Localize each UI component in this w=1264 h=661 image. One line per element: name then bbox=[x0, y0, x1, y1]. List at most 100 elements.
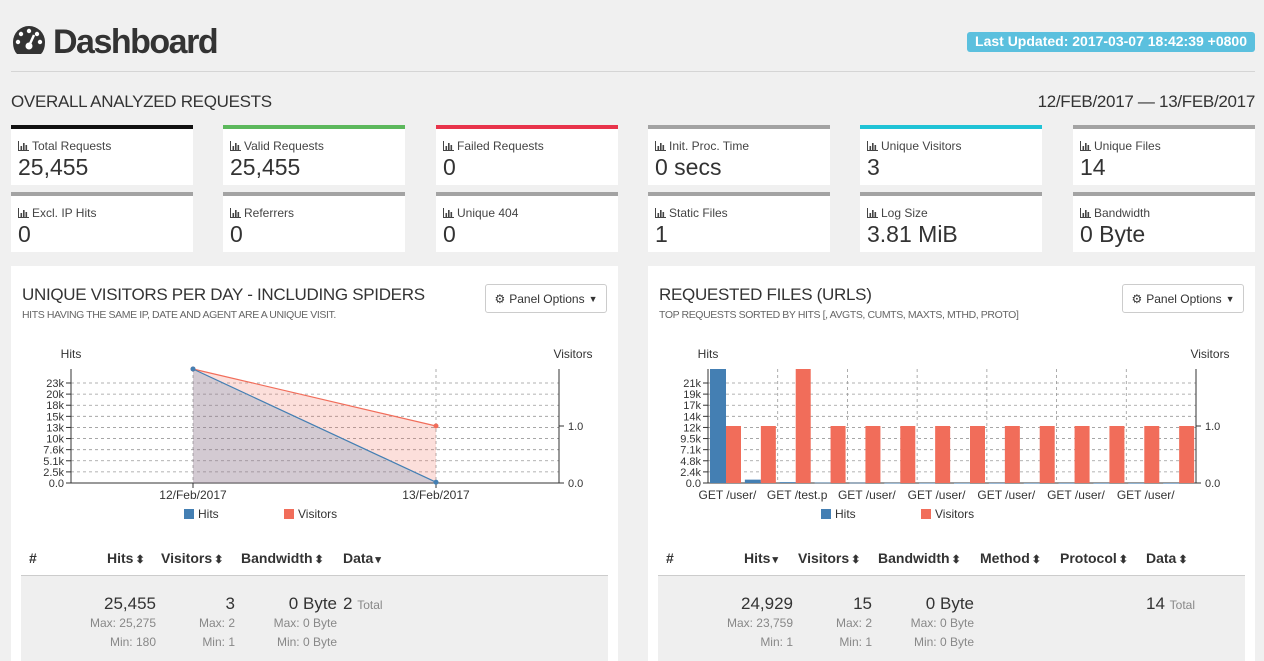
card-label: Referrers bbox=[230, 206, 294, 220]
visitors-bar bbox=[1004, 426, 1020, 483]
col-index: # bbox=[666, 550, 674, 566]
card-value: 0 bbox=[443, 221, 456, 247]
bar-chart-icon bbox=[230, 208, 241, 218]
y-tick-label: 4.8k bbox=[680, 456, 701, 468]
card-value: 3 bbox=[867, 154, 880, 180]
x-tick-label: 13/Feb/2017 bbox=[402, 488, 470, 502]
col-hits[interactable]: Hits ▾ bbox=[744, 550, 778, 566]
y-tick-label: 12k bbox=[683, 422, 701, 434]
card-label: Unique 404 bbox=[443, 206, 518, 220]
col-bandwidth[interactable]: Bandwidth ⬍ bbox=[241, 550, 324, 566]
overview-card: Unique Visitors 3 bbox=[860, 125, 1042, 185]
panel-options-label: Panel Options bbox=[1146, 291, 1222, 306]
y-tick-label: 0.0 bbox=[49, 478, 64, 490]
overview-card: Bandwidth 0 Byte bbox=[1073, 192, 1255, 252]
card-value: 1 bbox=[655, 221, 668, 247]
x-tick-label: GET /user/ bbox=[1047, 488, 1105, 502]
y-tick-label: 17k bbox=[683, 400, 701, 412]
hits-bar bbox=[988, 482, 1005, 484]
col-protocol[interactable]: Protocol ⬍ bbox=[1060, 550, 1128, 566]
y-axis-title: Hits bbox=[698, 347, 719, 361]
card-value: 14 bbox=[1080, 154, 1106, 180]
x-tick-label: GET /test.p bbox=[767, 488, 828, 502]
hits-bar bbox=[1093, 482, 1110, 484]
x-tick-label: GET /user/ bbox=[838, 488, 896, 502]
hits-value: 24,929 bbox=[741, 594, 793, 613]
legend-label-visitors: Visitors bbox=[298, 507, 337, 521]
col-data[interactable]: Data ▾ bbox=[343, 550, 381, 566]
col-visitors[interactable]: Visitors ⬍ bbox=[798, 550, 860, 566]
sort-icon: ⬍ bbox=[314, 554, 324, 566]
card-value: 25,455 bbox=[230, 154, 301, 180]
col-hits[interactable]: Hits ⬍ bbox=[107, 550, 145, 566]
hits-min: Min: 180 bbox=[109, 635, 156, 649]
visitors-bar bbox=[760, 426, 776, 483]
bar-chart-icon bbox=[1080, 141, 1091, 151]
visitors-bar bbox=[1074, 426, 1090, 483]
bar-chart-icon bbox=[443, 208, 454, 218]
visitors-panel: UNIQUE VISITORS PER DAY - INCLUDING SPID… bbox=[11, 266, 618, 661]
data-total: 14 Total bbox=[1146, 594, 1196, 613]
bar-chart-icon bbox=[1080, 208, 1091, 218]
table-row: 25,455 Max: 25,275 Min: 180 3 Max: 2 Min… bbox=[21, 576, 608, 661]
panel-options-label: Panel Options bbox=[509, 291, 585, 306]
hits-point bbox=[433, 479, 439, 485]
x-tick-label: 12/Feb/2017 bbox=[159, 488, 227, 502]
y-tick-label: 5.1k bbox=[43, 456, 64, 468]
table-header: # Hits ⬍ Visitors ⬍ Bandwidth ⬍ Data ▾ bbox=[21, 542, 608, 576]
legend-label-hits: Hits bbox=[835, 507, 856, 521]
overview-card: Unique Files 14 bbox=[1073, 125, 1255, 185]
panel-subtitle: TOP REQUESTS SORTED BY HITS [, AVGTS, CU… bbox=[659, 309, 1019, 321]
y-axis-title: Hits bbox=[61, 347, 82, 361]
hits-bar bbox=[849, 482, 866, 484]
y-tick-label: 10k bbox=[46, 434, 64, 446]
gear-icon: ⚙ bbox=[1131, 291, 1143, 306]
col-method[interactable]: Method ⬍ bbox=[980, 550, 1041, 566]
y-tick-label: 2.4k bbox=[680, 467, 701, 479]
visitors-point bbox=[433, 423, 439, 429]
panel-options-button[interactable]: ⚙ Panel Options ▼ bbox=[485, 284, 607, 313]
bandwidth-max: Max: 0 Byte bbox=[273, 616, 337, 630]
card-label: Failed Requests bbox=[443, 139, 544, 153]
col-data[interactable]: Data ⬍ bbox=[1146, 550, 1188, 566]
card-value: 0 bbox=[18, 221, 31, 247]
card-value: 0 bbox=[230, 221, 243, 247]
bandwidth-max: Max: 0 Byte bbox=[910, 616, 974, 630]
card-label: Init. Proc. Time bbox=[655, 139, 749, 153]
card-value: 0 Byte bbox=[1080, 221, 1146, 247]
y2-tick-label: 1.0 bbox=[568, 421, 583, 433]
card-label: Log Size bbox=[867, 206, 928, 220]
sort-icon: ⬍ bbox=[135, 554, 145, 566]
legend-label-hits: Hits bbox=[198, 507, 219, 521]
bar-chart-icon bbox=[655, 208, 666, 218]
requests-panel: REQUESTED FILES (URLS) TOP REQUESTS SORT… bbox=[648, 266, 1255, 661]
bandwidth-min: Min: 0 Byte bbox=[276, 635, 337, 649]
card-label: Valid Requests bbox=[230, 139, 324, 153]
y-tick-label: 14k bbox=[683, 411, 701, 423]
bar-chart-icon bbox=[655, 141, 666, 151]
legend-label-visitors: Visitors bbox=[935, 507, 974, 521]
y-tick-label: 23k bbox=[46, 378, 64, 390]
y2-tick-label: 0.0 bbox=[1205, 478, 1220, 490]
hits-bar bbox=[710, 369, 726, 483]
panel-options-button[interactable]: ⚙ Panel Options ▼ bbox=[1122, 284, 1244, 313]
visitors-min: Min: 1 bbox=[839, 635, 872, 649]
hits-point bbox=[190, 366, 196, 372]
visitors-bar bbox=[900, 426, 916, 483]
x-tick-label: GET /user/ bbox=[699, 488, 757, 502]
card-label: Unique Visitors bbox=[867, 139, 961, 153]
hits-value: 25,455 bbox=[104, 594, 156, 613]
sort-desc-icon: ▾ bbox=[375, 554, 381, 566]
col-visitors[interactable]: Visitors ⬍ bbox=[161, 550, 223, 566]
bar-chart-icon bbox=[867, 208, 878, 218]
bandwidth-min: Min: 0 Byte bbox=[913, 635, 974, 649]
col-bandwidth[interactable]: Bandwidth ⬍ bbox=[878, 550, 961, 566]
sort-desc-icon: ▾ bbox=[772, 554, 778, 566]
panel-title: UNIQUE VISITORS PER DAY - INCLUDING SPID… bbox=[22, 285, 425, 304]
visitors-bar bbox=[726, 426, 741, 483]
overview-card: Excl. IP Hits 0 bbox=[11, 192, 193, 252]
legend-swatch-hits bbox=[184, 509, 194, 519]
y-tick-label: 21k bbox=[683, 378, 701, 390]
overview-card: Failed Requests 0 bbox=[436, 125, 618, 185]
hits-bar bbox=[919, 482, 936, 484]
